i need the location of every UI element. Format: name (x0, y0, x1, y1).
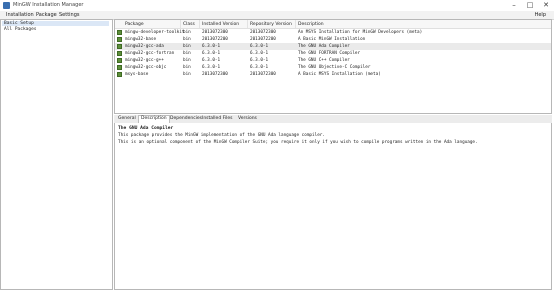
package-name: msys-base (125, 72, 149, 77)
package-checkbox[interactable] (117, 65, 122, 70)
table-row[interactable]: mingw32-gcc-g++ bin 6.3.0-1 6.3.0-1 The … (115, 57, 551, 64)
installed-version: 6.3.0-1 (202, 51, 221, 56)
menu-installation[interactable]: Installation (6, 12, 34, 18)
category-tree: Basic Setup All Packages (0, 19, 113, 290)
package-class: bin (183, 65, 191, 70)
package-class: bin (183, 51, 191, 56)
tab-dependencies[interactable]: Dependencies (168, 116, 204, 122)
tab-versions[interactable]: Versions (236, 116, 259, 122)
installed-version: 6.3.0-1 (202, 44, 221, 49)
package-checkbox[interactable] (117, 72, 122, 77)
maximize-button[interactable]: □ (522, 0, 538, 10)
column-class[interactable]: Class (183, 22, 195, 27)
package-class: bin (183, 44, 191, 49)
column-description[interactable]: Description (298, 22, 324, 27)
repository-version: 2013072200 (250, 37, 276, 42)
description-line: This is an optional component of the Min… (118, 140, 478, 145)
package-checkbox[interactable] (117, 44, 122, 49)
repository-version: 6.3.0-1 (250, 51, 269, 56)
category-all-packages[interactable]: All Packages (4, 27, 37, 32)
package-class: bin (183, 72, 191, 77)
package-description: The GNU Objective-C Compiler (298, 65, 371, 70)
menu-settings[interactable]: Settings (59, 12, 80, 18)
table-row[interactable]: mingw32-gcc-objc bin 6.3.0-1 6.3.0-1 The… (115, 64, 551, 71)
package-class: bin (183, 30, 191, 35)
app-icon (3, 2, 10, 9)
category-basic-setup[interactable]: Basic Setup (2, 21, 109, 26)
repository-version: 6.3.0-1 (250, 44, 269, 49)
package-checkbox[interactable] (117, 51, 122, 56)
package-description: A Basic MinGW Installation (298, 37, 366, 42)
column-repository-version[interactable]: Repository Version (250, 22, 292, 27)
table-row[interactable]: mingw32-base bin 2013072200 2013072200 A… (115, 36, 551, 43)
repository-version: 6.3.0-1 (250, 65, 269, 70)
close-button[interactable]: ✕ (538, 0, 554, 10)
table-row[interactable]: msys-base bin 2013072300 2013072300 A Ba… (115, 71, 551, 78)
package-checkbox[interactable] (117, 37, 122, 42)
table-row-selected[interactable]: mingw32-gcc-ada bin 6.3.0-1 6.3.0-1 The … (115, 43, 551, 50)
package-list-header: Package Class Installed Version Reposito… (115, 20, 551, 29)
menu-package[interactable]: Package (36, 12, 57, 18)
repository-version: 6.3.0-1 (250, 58, 269, 63)
installed-version: 2013072300 (202, 72, 228, 77)
package-description: An MSYS Installation for MinGW Developer… (298, 30, 423, 35)
table-row[interactable]: mingw32-gcc-fortran bin 6.3.0-1 6.3.0-1 … (115, 50, 551, 57)
package-description: The GNU Ada Compiler (298, 44, 350, 49)
tab-installed-files[interactable]: Installed Files (200, 116, 234, 122)
window-title: MinGW Installation Manager (13, 2, 84, 8)
description-panel: The GNU Ada Compiler This package provid… (114, 123, 552, 290)
package-name: mingw32-gcc-objc (125, 65, 167, 70)
table-row[interactable]: mingw-developer-toolkit bin 2013072300 2… (115, 29, 551, 36)
minimize-button[interactable]: – (506, 0, 522, 10)
package-list: Package Class Installed Version Reposito… (114, 19, 552, 114)
repository-version: 2013072300 (250, 72, 276, 77)
package-name: mingw32-gcc-ada (125, 44, 164, 49)
package-name: mingw32-base (125, 37, 157, 42)
package-checkbox[interactable] (117, 58, 122, 63)
package-class: bin (183, 58, 191, 63)
package-name: mingw32-gcc-g++ (125, 58, 164, 63)
package-name: mingw-developer-toolkit (125, 30, 185, 35)
tab-general[interactable]: General (116, 116, 138, 122)
menu-help[interactable]: Help (535, 12, 546, 18)
column-package[interactable]: Package (125, 22, 144, 27)
repository-version: 2013072300 (250, 30, 276, 35)
installed-version: 2013072300 (202, 30, 228, 35)
package-class: bin (183, 37, 191, 42)
installed-version: 6.3.0-1 (202, 65, 221, 70)
description-title: The GNU Ada Compiler (118, 126, 174, 131)
installed-version: 2013072200 (202, 37, 228, 42)
package-checkbox[interactable] (117, 30, 122, 35)
column-installed-version[interactable]: Installed Version (202, 22, 239, 27)
installed-version: 6.3.0-1 (202, 58, 221, 63)
package-description: The GNU C++ Compiler (298, 58, 350, 63)
package-description: A Basic MSYS Installation (meta) (298, 72, 381, 77)
package-name: mingw32-gcc-fortran (125, 51, 175, 56)
description-line: This package provides the MinGW implemen… (118, 133, 325, 138)
package-description: The GNU FORTRAN Compiler (298, 51, 361, 56)
